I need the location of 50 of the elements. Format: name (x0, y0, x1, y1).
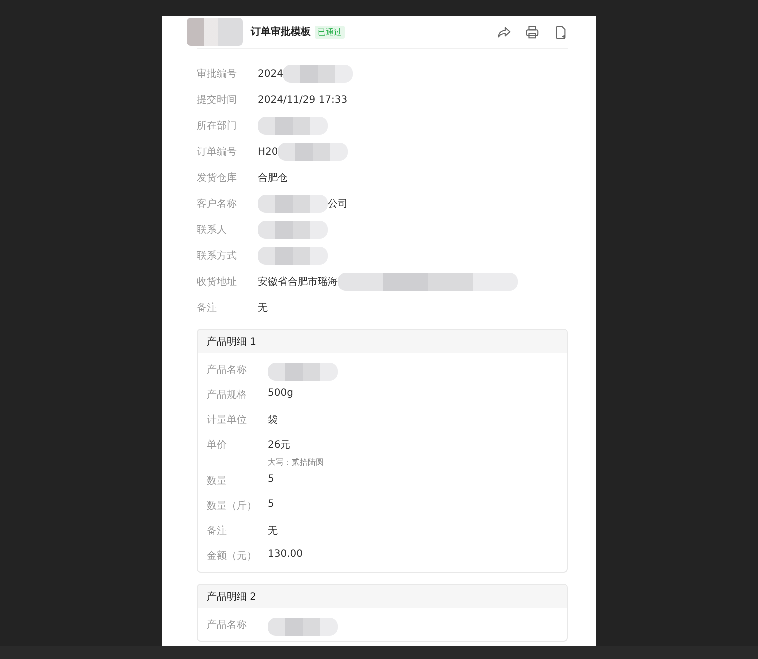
field-value: 无 (258, 302, 268, 315)
field-label: 审批编号 (197, 68, 238, 81)
blurred-region (187, 18, 243, 46)
field-label: 备注 (197, 302, 218, 315)
field-label: 产品规格 (207, 388, 248, 402)
field-label: 联系人 (197, 224, 228, 237)
field-label: 所在部门 (197, 120, 238, 133)
field-value: 公司 (328, 198, 348, 211)
field-value: 500g (268, 388, 294, 399)
field-label: 计量单位 (207, 414, 248, 427)
blurred-region (268, 618, 338, 636)
field-label: 备注 (207, 524, 228, 538)
blurred-region (258, 195, 328, 213)
field-label: 客户名称 (197, 198, 238, 211)
form-title: 订单审批模板 (251, 25, 311, 39)
status-badge: 已通过 (315, 26, 345, 38)
share-icon[interactable] (497, 24, 512, 40)
field-label: 产品名称 (207, 618, 248, 632)
field-label: 收货地址 (197, 276, 238, 289)
field-value: 26元 (268, 439, 291, 452)
blurred-region (258, 221, 328, 239)
card-header: 产品明细 1 (198, 330, 567, 353)
card-header: 产品明细 2 (198, 585, 567, 608)
field-label: 提交时间 (197, 94, 238, 107)
blurred-region (278, 143, 348, 161)
field-label: 金额（元） (207, 550, 258, 563)
field-value: 2024/11/29 17:33 (258, 94, 348, 106)
field-label: 订单编号 (197, 146, 238, 159)
print-icon[interactable] (525, 24, 540, 40)
blurred-region (258, 117, 328, 135)
blurred-region (268, 363, 338, 381)
field-label: 产品名称 (207, 364, 248, 377)
field-value: 无 (268, 525, 278, 538)
field-value: 130.00 (268, 549, 303, 560)
field-label: 单价 (207, 438, 228, 452)
field-label: 数量（斤） (207, 500, 258, 513)
field-label: 数量 (207, 475, 228, 488)
amount-in-words: 大写：贰拾陆圆 (268, 457, 324, 468)
field-value: H20 (258, 146, 278, 158)
field-value: 5 (268, 499, 274, 510)
field-label: 发货仓库 (197, 172, 238, 185)
field-value: 安徽省合肥市瑶海 (258, 276, 338, 289)
field-value: 5 (268, 474, 274, 485)
blurred-region (283, 65, 354, 83)
field-value: 袋 (268, 414, 278, 427)
field-value: 2024 (258, 68, 284, 80)
field-label: 联系方式 (197, 250, 238, 263)
blurred-region (258, 247, 328, 265)
field-value: 合肥仓 (258, 172, 288, 185)
document-icon[interactable] (553, 24, 568, 40)
